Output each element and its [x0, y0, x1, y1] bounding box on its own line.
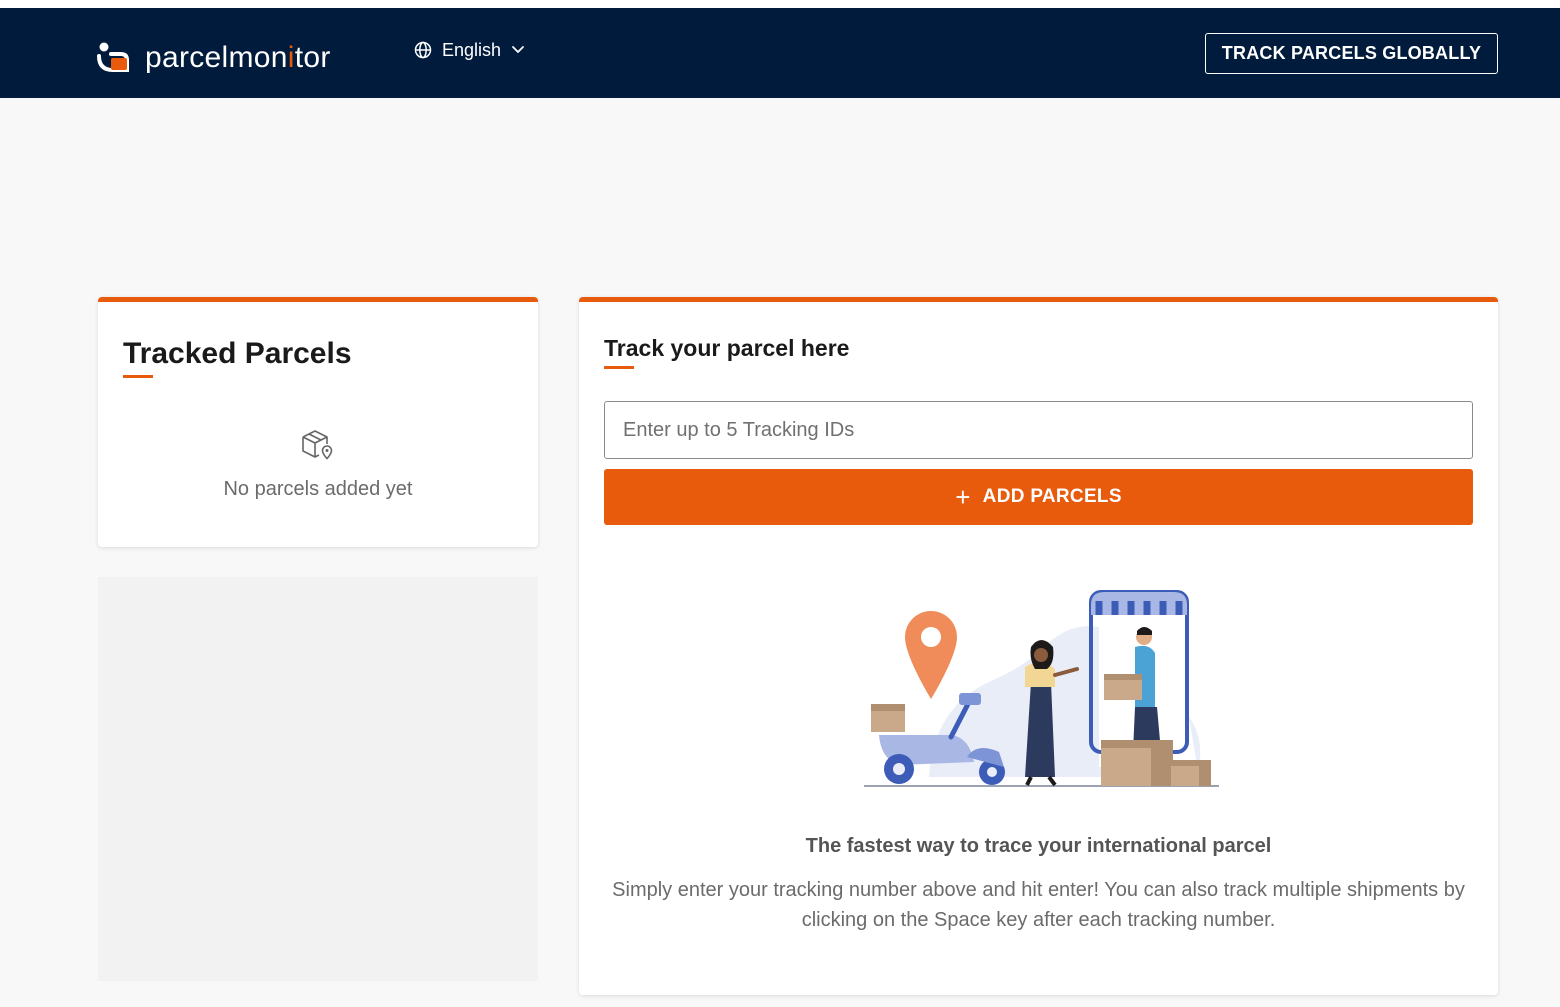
track-parcel-card: Track your parcel here + ADD PARCELS	[579, 297, 1498, 995]
title-underline	[604, 366, 634, 369]
track-parcels-globally-button[interactable]: TRACK PARCELS GLOBALLY	[1205, 33, 1498, 74]
language-label: English	[442, 39, 502, 60]
title-underline	[123, 375, 153, 378]
ad-placeholder	[98, 577, 538, 981]
globe-icon	[414, 41, 432, 59]
tracked-parcels-title: Tracked Parcels	[123, 337, 352, 370]
language-selector[interactable]: English	[414, 38, 525, 62]
plus-icon: +	[955, 482, 971, 512]
logo-text: parcelmonitor	[145, 41, 331, 74]
add-parcels-button[interactable]: + ADD PARCELS	[604, 469, 1473, 525]
top-strip	[0, 0, 1560, 8]
site-header: parcelmonitor English TRACK PARCELS GLOB…	[0, 8, 1560, 98]
empty-state-text: No parcels added yet	[223, 478, 413, 500]
track-parcel-title: Track your parcel here	[604, 335, 850, 361]
description-text: Simply enter your tracking number above …	[612, 879, 1465, 931]
tagline: The fastest way to trace your internatio…	[805, 835, 1272, 857]
add-parcels-label: ADD PARCELS	[982, 486, 1122, 507]
tracked-parcels-card: Tracked Parcels No parcels added yet	[98, 297, 538, 547]
parcelmonitor-logo-icon	[97, 42, 129, 72]
package-location-icon	[302, 430, 333, 460]
delivery-illustration	[864, 590, 1219, 787]
tracking-id-input[interactable]	[604, 401, 1473, 459]
logo[interactable]: parcelmonitor	[97, 38, 331, 78]
chevron-down-icon	[512, 46, 524, 53]
